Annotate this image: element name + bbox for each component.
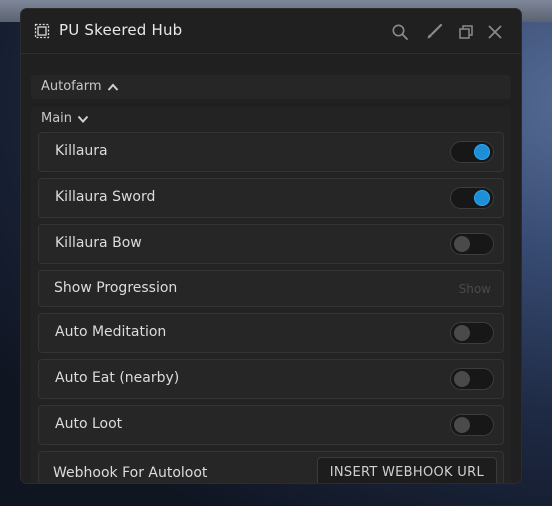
auto-meditation-toggle[interactable] bbox=[450, 322, 494, 344]
row-killaura: Killaura bbox=[38, 132, 504, 172]
row-auto-loot: Auto Loot bbox=[38, 405, 504, 445]
toggle-knob bbox=[454, 236, 470, 252]
toggle-knob bbox=[474, 190, 490, 206]
row-auto-meditation-label: Auto Meditation bbox=[55, 324, 167, 340]
show-progression-button[interactable]: Show bbox=[459, 282, 491, 296]
auto-eat-toggle[interactable] bbox=[450, 368, 494, 390]
brush-icon[interactable] bbox=[425, 23, 443, 41]
auto-loot-toggle[interactable] bbox=[450, 414, 494, 436]
chevron-up-icon bbox=[107, 83, 119, 91]
content-area[interactable]: Autofarm Main Killaura Killaura Sword Ki… bbox=[21, 55, 521, 483]
toggle-knob bbox=[454, 417, 470, 433]
toggle-knob bbox=[454, 325, 470, 341]
row-killaura-sword: Killaura Sword bbox=[38, 178, 504, 218]
section-autofarm[interactable]: Autofarm bbox=[31, 75, 511, 99]
row-show-progression[interactable]: Show Progression Show bbox=[38, 270, 504, 307]
close-icon[interactable] bbox=[486, 23, 504, 41]
webhook-url-input[interactable]: INSERT WEBHOOK URL bbox=[316, 457, 497, 483]
window-title: PU Skeered Hub bbox=[59, 21, 183, 39]
row-killaura-label: Killaura bbox=[55, 143, 108, 159]
section-main-label: Main bbox=[41, 111, 73, 126]
killaura-bow-toggle[interactable] bbox=[450, 233, 494, 255]
row-auto-meditation: Auto Meditation bbox=[38, 313, 504, 353]
search-icon[interactable] bbox=[391, 23, 409, 41]
section-autofarm-label: Autofarm bbox=[41, 79, 102, 94]
hub-window: PU Skeered Hub Autofarm Main Killaura Ki… bbox=[21, 9, 521, 483]
row-killaura-sword-label: Killaura Sword bbox=[55, 189, 156, 205]
row-killaura-bow: Killaura Bow bbox=[38, 224, 504, 264]
section-main[interactable]: Main bbox=[31, 107, 511, 131]
row-auto-eat-label: Auto Eat (nearby) bbox=[55, 370, 180, 386]
title-bar[interactable]: PU Skeered Hub bbox=[21, 9, 521, 54]
frame-icon bbox=[34, 23, 50, 39]
row-webhook: Webhook For Autoloot INSERT WEBHOOK URL bbox=[38, 451, 504, 483]
restore-icon[interactable] bbox=[457, 23, 475, 41]
toggle-knob bbox=[454, 371, 470, 387]
row-show-progression-label: Show Progression bbox=[54, 280, 178, 296]
row-webhook-label: Webhook For Autoloot bbox=[53, 465, 208, 481]
row-auto-loot-label: Auto Loot bbox=[55, 416, 123, 432]
row-killaura-bow-label: Killaura Bow bbox=[55, 235, 142, 251]
killaura-sword-toggle[interactable] bbox=[450, 187, 494, 209]
row-auto-eat: Auto Eat (nearby) bbox=[38, 359, 504, 399]
chevron-down-icon bbox=[77, 115, 89, 123]
killaura-toggle[interactable] bbox=[450, 141, 494, 163]
toggle-knob bbox=[474, 144, 490, 160]
